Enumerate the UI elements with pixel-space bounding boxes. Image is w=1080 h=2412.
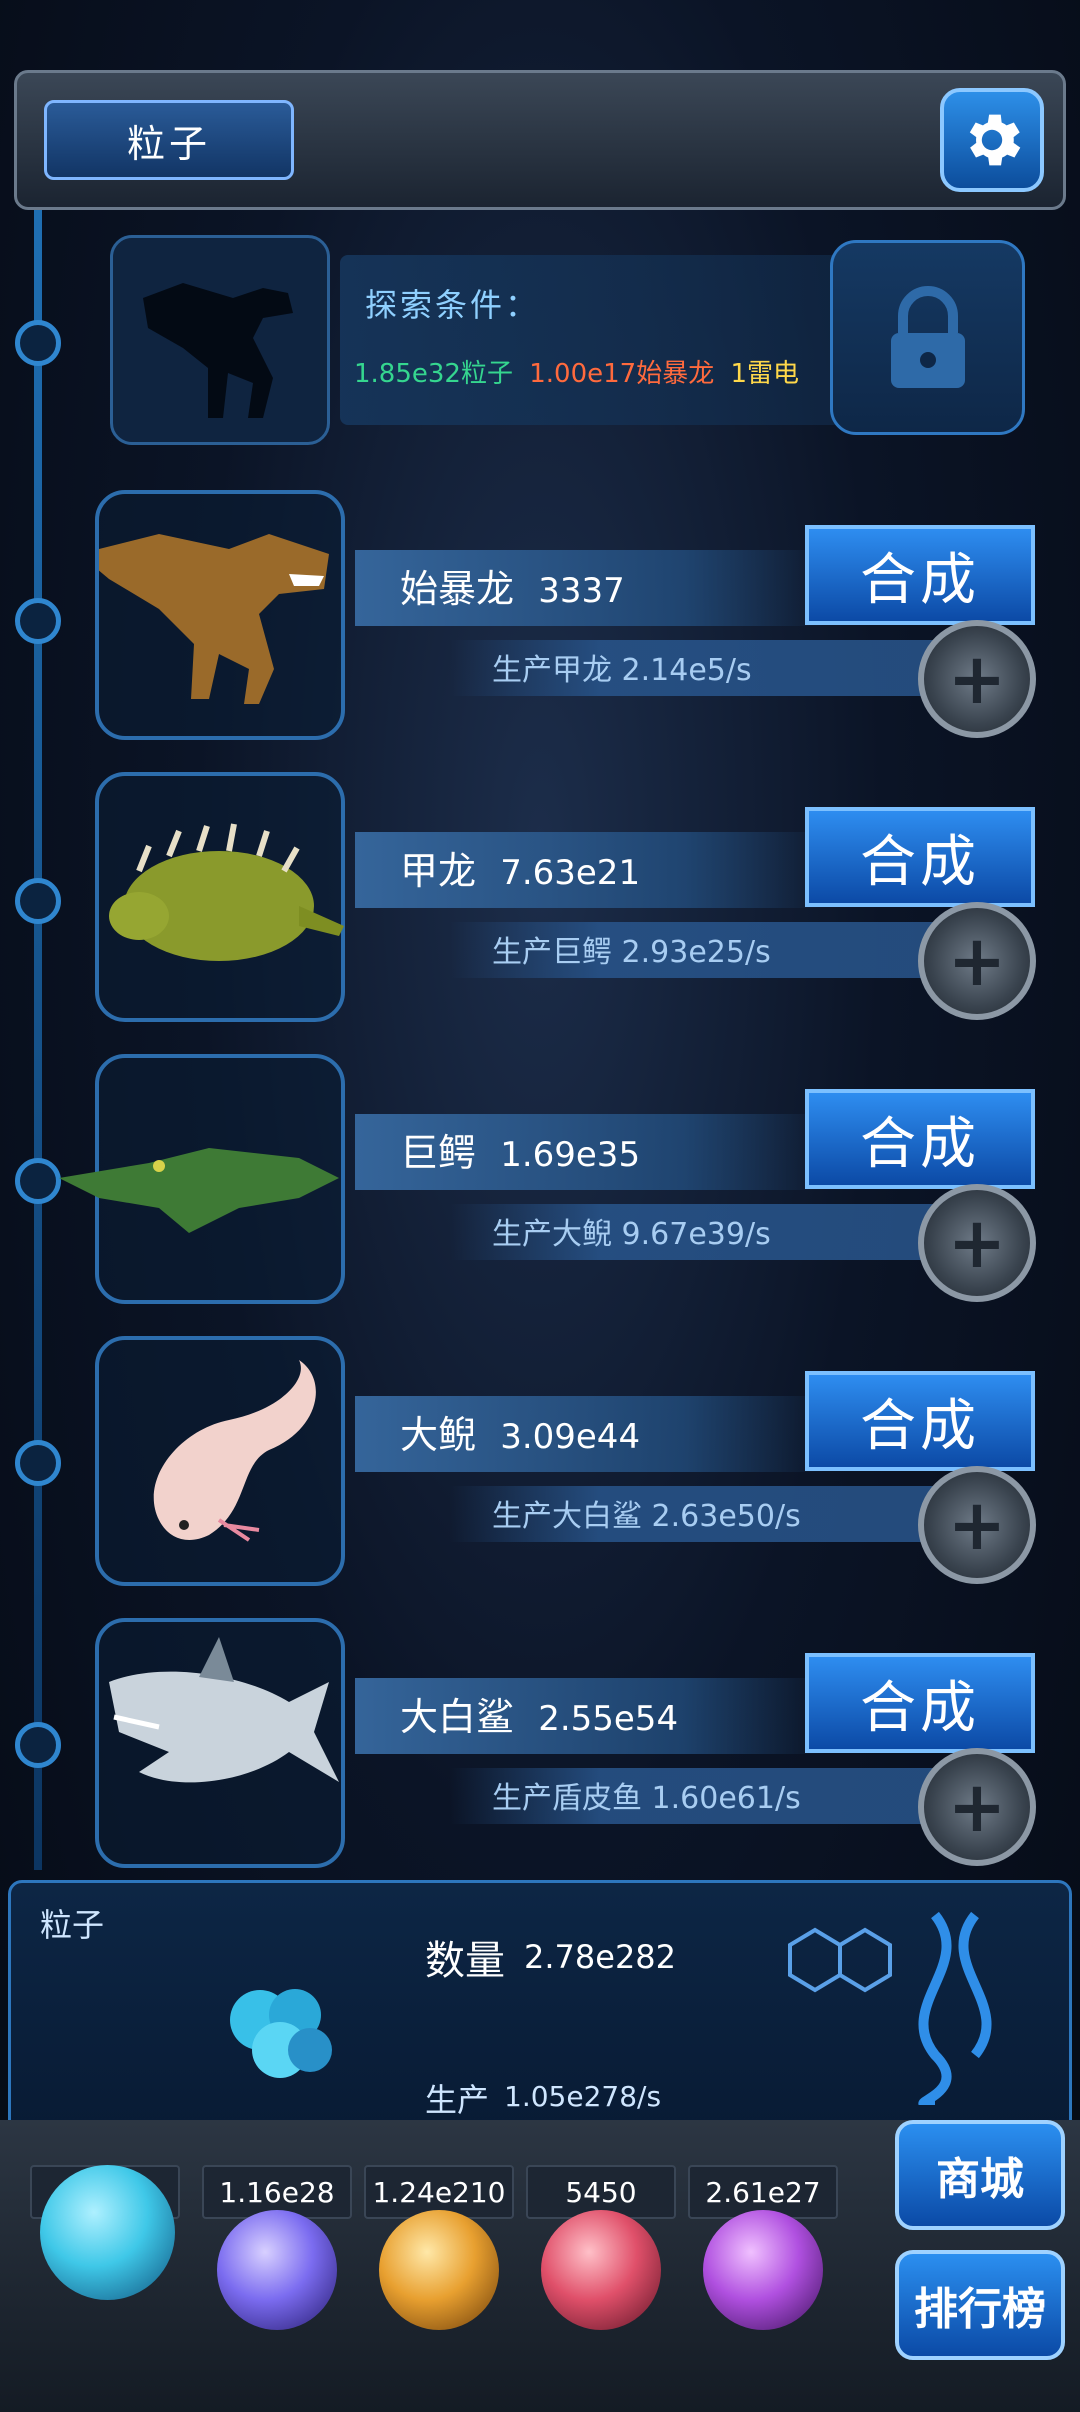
quantity-value: 2.78e282 [524, 1938, 677, 1976]
creature-name: 大鲵 3.09e44 [400, 1413, 641, 1457]
condition-title: 探索条件： [365, 286, 541, 324]
creature-thumbnail [95, 1336, 345, 1586]
creature-production: 生产甲龙 2.14e5/s [492, 653, 752, 688]
particle-cluster-icon [230, 1989, 332, 2078]
creature-name: 巨鳄 1.69e35 [400, 1131, 641, 1175]
creature-production: 生产大鲵 9.67e39/s [492, 1217, 771, 1252]
cell-orb-icon[interactable] [541, 2210, 661, 2330]
creature-row-trex: 始暴龙 3337 生产甲龙 2.14e5/s 合成 + [0, 490, 1080, 750]
synthesize-button[interactable]: 合成 [805, 1371, 1035, 1471]
salamander-icon [153, 1360, 316, 1542]
plus-icon: + [947, 920, 1007, 1002]
plus-icon: + [947, 1484, 1007, 1566]
synthesize-button[interactable]: 合成 [805, 1653, 1035, 1753]
quantity-label: 数量 [425, 1938, 505, 1984]
synthesize-button[interactable]: 合成 [805, 1089, 1035, 1189]
shop-button[interactable]: 商城 [895, 2120, 1065, 2230]
crocodile-icon [59, 1148, 339, 1233]
particle-orb-icon[interactable] [40, 2165, 175, 2300]
rail-lock-node [15, 320, 61, 366]
synthesize-button[interactable]: 合成 [805, 807, 1035, 907]
fire-orb-icon[interactable] [379, 2210, 499, 2330]
add-button[interactable]: + [918, 1184, 1036, 1302]
creature-row-crocodile: 巨鳄 1.69e35 生产大鲵 9.67e39/s 合成 + [0, 1054, 1080, 1314]
plus-icon: + [947, 638, 1007, 720]
lock-button[interactable] [830, 240, 1025, 435]
synthesize-button[interactable]: 合成 [805, 525, 1035, 625]
add-button[interactable]: + [918, 1466, 1036, 1584]
creature-production: 生产大白鲨 2.63e50/s [492, 1499, 801, 1534]
creature-count: 2.55e54 [538, 1699, 679, 1739]
t-rex-silhouette-icon [143, 283, 293, 418]
creature-name: 甲龙 7.63e21 [400, 849, 641, 893]
total-production-value: 1.05e278/s [504, 2080, 662, 2113]
creature-production: 生产巨鳄 2.93e25/s [492, 935, 771, 970]
creature-thumbnail [95, 772, 345, 1022]
creature-thumbnail [79, 490, 345, 740]
condition-trex: 1.00e17始暴龙 [529, 359, 715, 389]
condition-lightning: 1雷电 [730, 359, 800, 389]
locked-thumbnail [110, 235, 330, 445]
creature-row-ankylosaur: 甲龙 7.63e21 生产巨鳄 2.93e25/s 合成 + [0, 772, 1080, 1032]
creature-row-shark: 大白鲨 2.55e54 生产盾皮鱼 1.60e61/s 合成 + [0, 1618, 1080, 1878]
creature-row-salamander: 大鲵 3.09e44 生产大白鲨 2.63e50/s 合成 + [0, 1336, 1080, 1596]
creature-name: 大白鲨 2.55e54 [400, 1695, 679, 1739]
plus-icon: + [947, 1766, 1007, 1848]
creature-count: 3337 [538, 571, 625, 611]
locked-creature-card: 探索条件： 1.85e32粒子 1.00e17始暴龙 1雷电 [110, 235, 1030, 445]
vortex-orb-icon[interactable] [703, 2210, 823, 2330]
t-rex-icon [79, 534, 329, 704]
lock-icon [890, 285, 965, 388]
lightning-orb-icon[interactable] [217, 2210, 337, 2330]
tab-particle[interactable]: 粒子 [44, 100, 294, 180]
shark-icon [109, 1637, 339, 1783]
creature-count: 7.63e21 [500, 853, 641, 893]
gear-icon [969, 114, 1021, 166]
add-button[interactable]: + [918, 1748, 1036, 1866]
add-button[interactable]: + [918, 620, 1036, 738]
creature-count: 3.09e44 [500, 1417, 641, 1457]
creature-production: 生产盾皮鱼 1.60e61/s [492, 1781, 801, 1816]
plus-icon: + [947, 1202, 1007, 1284]
molecule-icon [788, 1911, 992, 2105]
creature-thumbnail [59, 1054, 345, 1304]
total-production-label: 生产 [425, 2081, 490, 2119]
add-button[interactable]: + [918, 902, 1036, 1020]
particle-panel-tab: 粒子 [40, 1906, 105, 1944]
condition-particle: 1.85e32粒子 [354, 359, 513, 389]
leaderboard-button[interactable]: 排行榜 [895, 2250, 1065, 2360]
creature-name: 始暴龙 3337 [400, 567, 625, 611]
ankylosaur-icon [109, 823, 344, 961]
creature-count: 1.69e35 [500, 1135, 641, 1175]
creature-thumbnail [95, 1618, 345, 1868]
settings-button[interactable] [940, 88, 1044, 192]
top-bar: 粒子 [14, 70, 1066, 210]
condition-line: 1.85e32粒子 1.00e17始暴龙 1雷电 [354, 353, 799, 390]
